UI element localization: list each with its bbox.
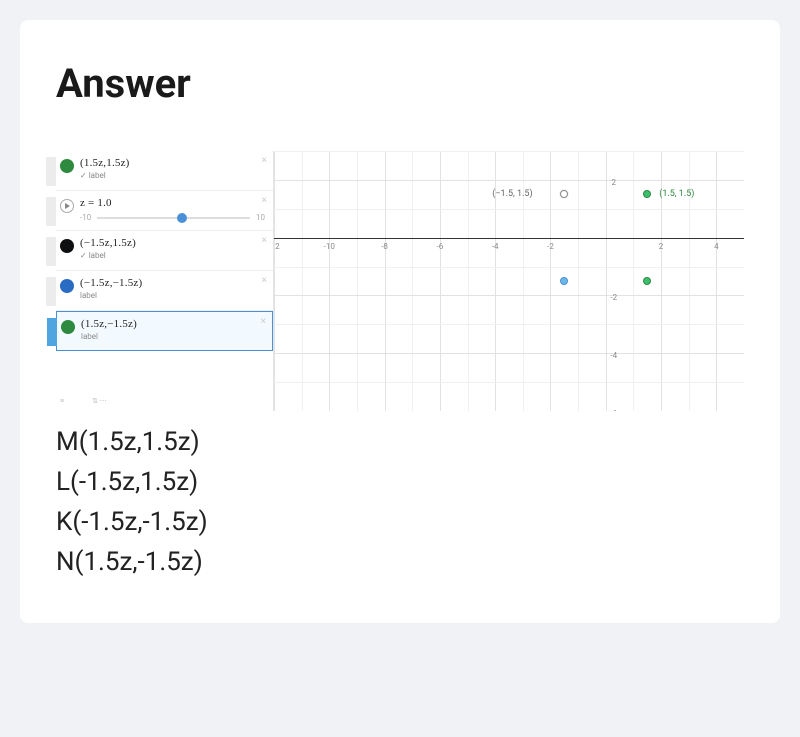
expression-row[interactable]: z = 1.0 -1010 × [56, 191, 273, 231]
y-tick-label: -4 [610, 351, 617, 360]
plotted-point[interactable] [560, 190, 568, 198]
x-tick-label: 4 [714, 242, 719, 251]
x-tick-label: -8 [381, 242, 388, 251]
x-tick-label: 2 [659, 242, 664, 251]
answer-list: M(1.5z,1.5z) L(-1.5z,1.5z) K(-1.5z,-1.5z) N… [56, 427, 744, 577]
point-label: (1.5, 1.5) [659, 189, 694, 199]
x-tick-label: -12 [274, 242, 280, 251]
x-tick-label: -6 [437, 242, 444, 251]
expression-sublabel: label [80, 291, 265, 300]
x-axis [274, 238, 744, 239]
answer-line: M(1.5z,1.5z) [56, 427, 744, 457]
expression-text[interactable]: (1.5z,−1.5z) [81, 318, 264, 330]
page-title: Answer [56, 60, 744, 107]
close-icon[interactable]: × [262, 235, 267, 246]
more-icon[interactable]: ⇅ ⋯ [92, 397, 107, 405]
expression-row[interactable]: (−1.5z,1.5z) ✓ label × [56, 231, 273, 271]
plotted-point[interactable] [643, 277, 651, 285]
close-icon[interactable]: × [262, 195, 267, 206]
answer-card: Answer (1.5z,1.5z)✓ label×z = 1.0-1010×(… [20, 20, 780, 623]
expression-row[interactable]: (1.5z,−1.5z) label × [56, 311, 273, 351]
sidebar-toolbar[interactable]: ≡ ⇅ ⋯ [56, 391, 273, 411]
close-icon[interactable]: × [261, 316, 266, 327]
color-swatch-icon[interactable] [60, 279, 74, 293]
expression-sublabel: ✓ label [80, 251, 265, 260]
expression-sublabel: ✓ label [80, 171, 265, 180]
x-tick-label: -10 [324, 242, 335, 251]
y-tick-label: 2 [612, 178, 617, 187]
plotted-point[interactable] [560, 277, 568, 285]
slider[interactable]: -1010 [80, 213, 265, 222]
x-tick-label: -2 [547, 242, 554, 251]
answer-line: K(-1.5z,-1.5z) [56, 507, 744, 537]
answer-line: L(-1.5z,1.5z) [56, 467, 744, 497]
play-icon[interactable] [60, 199, 74, 213]
color-swatch-icon[interactable] [60, 239, 74, 253]
expression-list: (1.5z,1.5z)✓ label×z = 1.0-1010×(−1.5z,1… [56, 151, 274, 411]
color-swatch-icon[interactable] [60, 159, 74, 173]
point-label: (−1.5, 1.5) [492, 189, 532, 199]
coordinate-plane[interactable]: -12 -10 -8 -6 -4 -2 2 4 -6 -4 -2 2 (−1.5, 1.5) (1.5, … [274, 151, 744, 411]
expression-row[interactable]: (1.5z,1.5z) ✓ label × [56, 151, 273, 191]
plotted-point[interactable] [643, 190, 651, 198]
expression-sublabel: label [81, 332, 264, 341]
expression-text[interactable]: (1.5z,1.5z) [80, 157, 265, 169]
expression-text[interactable]: (−1.5z,−1.5z) [80, 277, 265, 289]
graphing-tool: (1.5z,1.5z)✓ label×z = 1.0-1010×(−1.5z,1… [56, 151, 744, 411]
menu-icon[interactable]: ≡ [60, 397, 64, 405]
x-tick-label: -4 [492, 242, 499, 251]
expression-text[interactable]: z = 1.0 [80, 197, 265, 209]
expression-row[interactable]: (−1.5z,−1.5z) label × [56, 271, 273, 311]
expression-text[interactable]: (−1.5z,1.5z) [80, 237, 265, 249]
answer-line: N(1.5z,-1.5z) [56, 547, 744, 577]
y-tick-label: -6 [610, 409, 617, 411]
close-icon[interactable]: × [262, 275, 267, 286]
close-icon[interactable]: × [262, 155, 267, 166]
y-tick-label: -2 [610, 293, 617, 302]
color-swatch-icon[interactable] [61, 320, 75, 334]
